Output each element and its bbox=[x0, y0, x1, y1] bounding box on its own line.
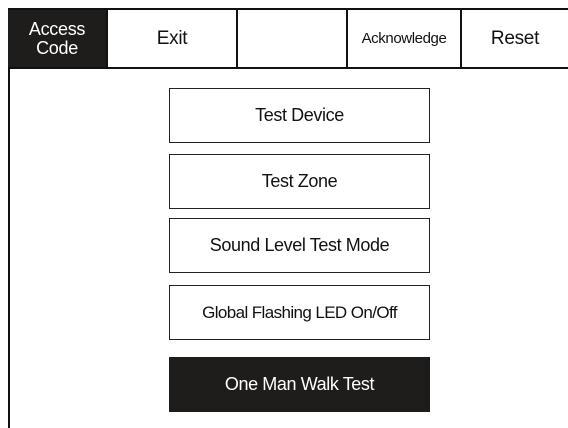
blank-toolbar-button[interactable] bbox=[238, 10, 348, 67]
reset-button[interactable]: Reset bbox=[462, 10, 568, 67]
top-toolbar: Access Code Exit Acknowledge Reset bbox=[8, 8, 568, 69]
test-zone-button[interactable]: Test Zone bbox=[169, 154, 430, 209]
panel-screen: Access Code Exit Acknowledge Reset Test … bbox=[0, 0, 568, 428]
one-man-walk-test-button[interactable]: One Man Walk Test bbox=[169, 357, 430, 412]
frame-left-border bbox=[8, 67, 10, 428]
acknowledge-button[interactable]: Acknowledge bbox=[348, 10, 462, 67]
access-code-button[interactable]: Access Code bbox=[8, 10, 108, 67]
test-device-button[interactable]: Test Device bbox=[169, 88, 430, 143]
exit-button[interactable]: Exit bbox=[108, 10, 238, 67]
global-flashing-led-button[interactable]: Global Flashing LED On/Off bbox=[169, 285, 430, 340]
sound-level-test-mode-button[interactable]: Sound Level Test Mode bbox=[169, 218, 430, 273]
